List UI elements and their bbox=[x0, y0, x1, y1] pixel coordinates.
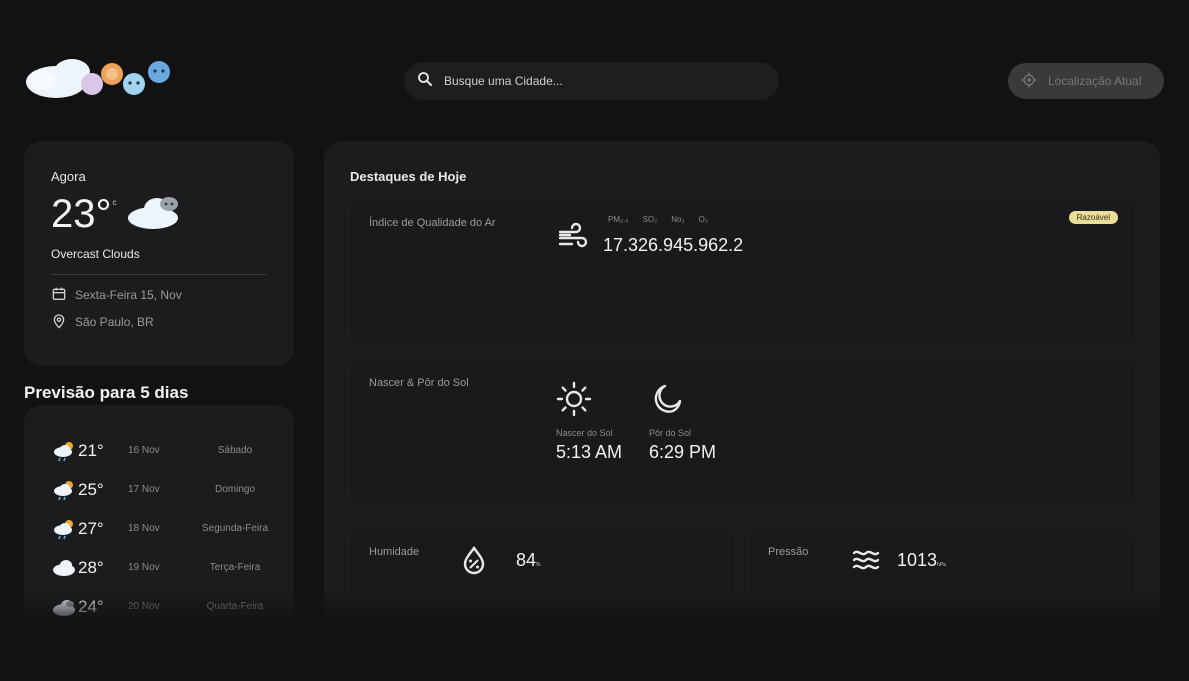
forecast-date: 17 Nov bbox=[128, 484, 160, 495]
humidity-label: Humidade bbox=[369, 546, 420, 558]
forecast-row: 21° 16 Nov Sábado bbox=[24, 431, 294, 470]
pressure-value: 1013 bbox=[897, 550, 938, 570]
pressure-waves-icon bbox=[851, 545, 881, 575]
forecast-row: 27° 18 Nov Segunda-Feira bbox=[24, 509, 294, 548]
forecast-temperature: 24° bbox=[78, 596, 104, 616]
weather-description: Overcast Clouds bbox=[51, 247, 140, 261]
temperature-unit: c bbox=[112, 198, 117, 207]
pollutant-label: No₂ bbox=[671, 215, 685, 224]
search-input[interactable] bbox=[444, 74, 744, 88]
highlights-title: Destaques de Hoje bbox=[350, 169, 467, 184]
search-icon bbox=[416, 70, 434, 93]
forecast-day: Terça-Feira bbox=[209, 562, 261, 573]
forecast-date: 16 Nov bbox=[128, 445, 160, 456]
humidity-unit: % bbox=[536, 562, 541, 568]
current-date: Sexta-Feira 15, Nov bbox=[75, 288, 182, 302]
pressure-label: Pressão bbox=[768, 546, 809, 558]
sun-icon bbox=[556, 381, 592, 421]
forecast-temperature: 25° bbox=[78, 479, 104, 499]
cloud-icon bbox=[52, 594, 78, 620]
pollutant-label: O₃ bbox=[698, 215, 709, 224]
sunrise-time: 5:13 AM bbox=[556, 442, 623, 462]
forecast-temperature: 21° bbox=[78, 440, 104, 460]
pollutant-label: SO₂ bbox=[642, 215, 658, 224]
air-quality-card: Índice de Qualidade do Ar Razoável PM₂.₅… bbox=[350, 199, 1134, 345]
forecast-date: 20 Nov bbox=[128, 601, 160, 612]
pressure-card: Pressão 1013hPa bbox=[749, 528, 1133, 678]
now-label: Agora bbox=[51, 169, 86, 184]
overcast-cloud-icon bbox=[125, 194, 183, 235]
date-row: Sexta-Feira 15, Nov bbox=[51, 287, 267, 303]
forecast-title: Previsão para 5 dias bbox=[24, 383, 189, 402]
forecast-date: 18 Nov bbox=[128, 523, 160, 534]
pollutant-label: PM₂.₅ bbox=[608, 215, 629, 224]
forecast-row: 25° 17 Nov Domingo bbox=[24, 470, 294, 509]
air-quality-badge: Razoável bbox=[1068, 211, 1118, 224]
forecast-day: Sábado bbox=[217, 445, 253, 456]
forecast-row: 28° 19 Nov Terça-Feira bbox=[24, 548, 294, 587]
pollutant-values: 17.326.945.962.2 bbox=[603, 235, 744, 255]
forecast-day: Domingo bbox=[214, 484, 256, 495]
sunrise-block: Nascer do Sol 5:13 AM bbox=[556, 381, 622, 463]
rain-sun-icon bbox=[52, 516, 78, 542]
forecast-day: Quarta-Feira bbox=[206, 601, 264, 612]
humidity-icon bbox=[459, 545, 489, 575]
sunset-block: Pôr do Sol 6:29 PM bbox=[649, 381, 716, 463]
current-location-label: Localização Atual bbox=[1048, 74, 1142, 88]
location-pin-icon bbox=[51, 313, 75, 332]
moon-icon bbox=[649, 384, 685, 421]
pressure-unit: hPa bbox=[937, 562, 946, 568]
forecast-day: Segunda-Feira bbox=[201, 523, 269, 534]
forecast-row: 24° 20 Nov Quarta-Feira bbox=[24, 587, 294, 626]
forecast-temperature: 27° bbox=[78, 518, 104, 538]
current-location-button[interactable]: Localização Atual bbox=[1008, 63, 1164, 99]
rain-sun-icon bbox=[52, 477, 78, 503]
humidity-value-group: 84% bbox=[516, 550, 540, 571]
forecast-date: 19 Nov bbox=[128, 562, 160, 573]
divider bbox=[51, 274, 267, 275]
wind-icon bbox=[557, 221, 589, 253]
search-bar[interactable] bbox=[404, 62, 779, 100]
sunrise-sunset-label: Nascer & Pôr do Sol bbox=[369, 377, 469, 389]
highlights-card: Destaques de Hoje Índice de Qualidade do… bbox=[324, 141, 1160, 681]
calendar-icon bbox=[51, 286, 75, 305]
current-weather-card: Agora 23° c Overcast Clouds Sexta-Feira … bbox=[24, 141, 294, 366]
gps-icon bbox=[1020, 71, 1048, 92]
rain-sun-icon bbox=[52, 438, 78, 464]
sunrise-label: Nascer do Sol bbox=[556, 428, 613, 438]
current-location: São Paulo, BR bbox=[75, 315, 154, 329]
pressure-value-group: 1013hPa bbox=[897, 550, 946, 571]
app-logo bbox=[22, 56, 182, 102]
cloud-icon bbox=[52, 555, 78, 581]
sunset-label: Pôr do Sol bbox=[649, 428, 692, 438]
pollutant-labels: PM₂.₅ SO₂ No₂ O₃ bbox=[608, 215, 722, 224]
forecast-temperature: 28° bbox=[78, 557, 104, 577]
sunset-time: 6:29 PM bbox=[649, 442, 717, 462]
sunrise-sunset-card: Nascer & Pôr do Sol Nascer do Sol 5:13 A… bbox=[350, 359, 1134, 505]
air-quality-label: Índice de Qualidade do Ar bbox=[369, 217, 496, 229]
location-row: São Paulo, BR bbox=[51, 313, 267, 332]
current-temperature: 23° bbox=[51, 192, 112, 236]
humidity-value: 84 bbox=[516, 550, 537, 570]
forecast-card: 21° 16 Nov Sábado 25° 17 Nov Domingo 27°… bbox=[24, 405, 294, 665]
humidity-card: Humidade 84% bbox=[350, 528, 734, 678]
